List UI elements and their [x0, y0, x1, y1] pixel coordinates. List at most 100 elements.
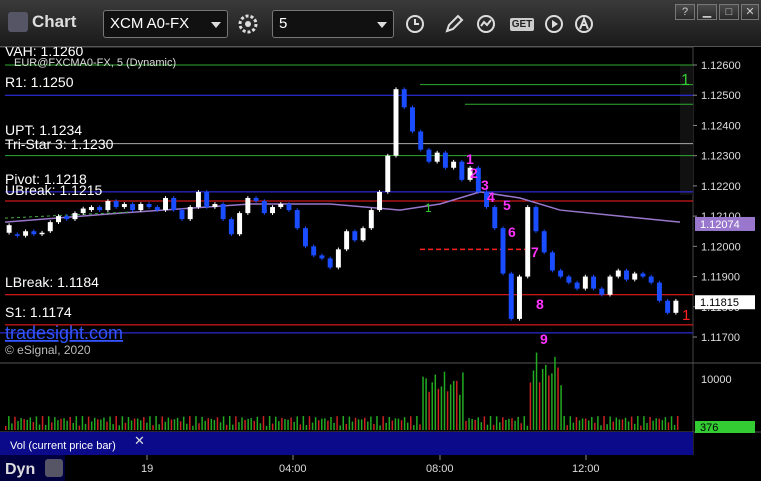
volume-bar	[308, 416, 311, 430]
candle-body	[31, 231, 37, 235]
cursor-icon[interactable]	[474, 12, 498, 36]
chart-area[interactable]: 123456789111 1.12600 1.12500 1.12400 1.1230…	[0, 43, 761, 481]
help-button[interactable]: ?	[675, 4, 695, 20]
close-button[interactable]: ✕	[741, 4, 759, 20]
volume-bar	[661, 420, 664, 430]
volume-bar	[532, 370, 535, 430]
volume-bar	[640, 425, 642, 430]
settings-icon[interactable]	[236, 12, 260, 36]
volume-bar	[584, 418, 587, 430]
volume-bar	[305, 425, 308, 430]
minimize-button[interactable]: ▁	[697, 4, 717, 20]
volume-close-icon[interactable]: ✕	[134, 433, 145, 448]
volume-bar	[179, 421, 182, 430]
candle-body	[582, 276, 588, 289]
volume-bar	[609, 416, 611, 430]
volume-bar	[403, 417, 406, 430]
level-label: Tri-Star 3: 1.1230	[5, 136, 114, 152]
candle-body	[286, 204, 292, 211]
candle-body	[88, 207, 94, 211]
pencil-icon[interactable]	[442, 12, 466, 36]
volume-bar	[514, 420, 516, 430]
watermark-link[interactable]: tradesight.com	[5, 323, 123, 343]
level-label: UBreak: 1.1215	[5, 182, 102, 198]
volume-bar	[321, 418, 323, 430]
green-count-mark: 1	[681, 72, 690, 89]
candle-body	[97, 207, 103, 211]
volume-bar	[314, 417, 317, 430]
volume-bar	[32, 422, 35, 430]
candle-body	[121, 204, 127, 208]
volume-bar	[130, 420, 133, 430]
price-tick-label: 1.12200	[701, 181, 741, 193]
volume-bar	[468, 418, 470, 430]
volume-bar	[440, 386, 443, 430]
candle-body	[237, 213, 243, 235]
candle-body	[500, 228, 506, 274]
candle-body	[319, 255, 325, 259]
volume-bar	[164, 421, 167, 430]
volume-bar	[400, 420, 403, 430]
volume-bar	[265, 425, 268, 430]
level-label: R1: 1.1250	[5, 74, 74, 90]
candle-body	[648, 276, 654, 283]
volume-bar	[284, 419, 286, 430]
symbol-combo[interactable]: XCM A0-FX	[103, 10, 228, 38]
volume-bar	[664, 417, 667, 430]
interval-combo[interactable]: 5	[272, 10, 394, 38]
volume-bar	[170, 419, 173, 430]
volume-bar	[198, 423, 200, 430]
clock-icon[interactable]	[403, 12, 427, 36]
volume-bar	[23, 419, 25, 430]
volume-bar	[93, 417, 96, 430]
candle-body	[656, 282, 662, 301]
volume-bar	[560, 385, 562, 430]
volume-bar	[498, 422, 501, 430]
volume-bar	[296, 416, 298, 430]
volume-bar	[627, 421, 630, 430]
volume-bar	[563, 416, 565, 430]
volume-bar	[419, 424, 421, 430]
volume-bar	[287, 419, 289, 430]
volume-bar	[84, 423, 87, 430]
maximize-button[interactable]: □	[719, 4, 739, 20]
candle-body	[56, 216, 61, 223]
candle-body	[451, 161, 457, 168]
volume-bar	[136, 418, 139, 430]
volume-bar	[275, 416, 277, 430]
candle-body	[393, 89, 399, 156]
time-tick-label: 19	[141, 463, 153, 475]
volume-bar	[480, 422, 483, 430]
candle-body	[525, 207, 531, 277]
volume-bar	[548, 375, 550, 430]
price-chart[interactable]: 1234 56789111 1.126001.125001.124001.1230…	[0, 43, 761, 481]
candle-body	[607, 276, 613, 295]
volume-bar	[216, 417, 219, 430]
candle-body	[368, 210, 374, 229]
dyn-icon	[45, 459, 63, 477]
volume-bar	[41, 416, 44, 430]
volume-bar	[523, 416, 526, 430]
app-title-text: Chart	[32, 12, 77, 31]
volume-bar	[112, 424, 114, 430]
volume-bar	[382, 416, 384, 430]
volume-bar	[572, 422, 575, 430]
volume-bar	[591, 417, 593, 430]
volume-bar	[66, 420, 68, 430]
volume-bar	[422, 376, 424, 430]
volume-bar	[143, 417, 145, 430]
volume-bar	[207, 418, 209, 430]
ma-price-label: 1.12074	[700, 219, 740, 231]
candle-body	[14, 234, 20, 236]
alert-icon[interactable]	[572, 12, 596, 36]
candle-body	[426, 149, 432, 162]
volume-bar	[244, 419, 246, 430]
candle-body	[138, 204, 144, 211]
play-icon[interactable]	[542, 12, 566, 36]
volume-bar	[569, 416, 572, 430]
candle-body	[80, 208, 86, 214]
volume-bar	[357, 419, 360, 430]
volume-bar	[367, 421, 369, 430]
volume-bar	[222, 416, 225, 430]
get-icon[interactable]: GET	[507, 12, 537, 36]
